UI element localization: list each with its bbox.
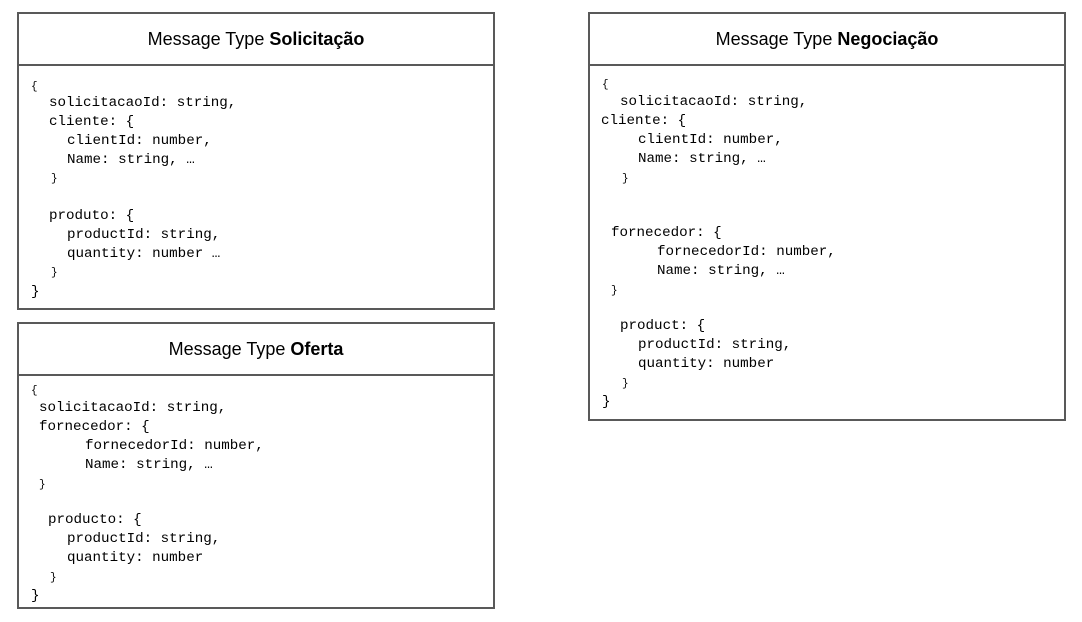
code-line: } — [611, 285, 618, 297]
code-line: solicitacaoId: string, — [620, 94, 808, 110]
code-line: quantity: number … — [67, 246, 221, 262]
code-line: fornecedor: { — [611, 225, 722, 241]
code-line: Name: string, … — [657, 263, 785, 279]
code-line: productId: string, — [638, 337, 792, 353]
code-line: } — [39, 479, 46, 491]
code-line: quantity: number — [638, 356, 775, 372]
code-line: quantity: number — [67, 550, 204, 566]
code-line: productId: string, — [67, 227, 221, 243]
message-type-solicitacao-card: Message Type Solicitação { solicitacaoId… — [17, 12, 495, 310]
code-line: { — [31, 81, 38, 93]
card-title-prefix: Message Type — [147, 28, 270, 49]
code-line: } — [31, 284, 40, 300]
code-line: fornecedorId: number, — [85, 438, 264, 454]
code-line: clientId: number, — [67, 133, 212, 149]
code-line: { — [31, 385, 38, 397]
card-title-name: Oferta — [290, 338, 344, 359]
code-line: product: { — [620, 318, 706, 334]
code-line: } — [50, 572, 57, 584]
code-line: productId: string, — [67, 531, 221, 547]
code-line: solicitacaoId: string, — [39, 400, 227, 416]
code-line: cliente: { — [601, 113, 687, 129]
code-line: produto: { — [49, 208, 135, 224]
card-title-prefix: Message Type — [715, 28, 838, 49]
card-title-name: Negociação — [837, 28, 939, 49]
code-line: } — [622, 173, 629, 185]
message-type-negociacao-card: Message Type Negociação { solicitacaoId:… — [588, 12, 1066, 421]
code-line: } — [51, 173, 58, 185]
card-title: Message Type Oferta — [17, 322, 495, 376]
code-line: } — [622, 378, 629, 390]
code-line: Name: string, … — [67, 152, 195, 168]
code-line: Name: string, … — [85, 457, 213, 473]
code-line: solicitacaoId: string, — [49, 95, 237, 111]
code-line: clientId: number, — [638, 132, 783, 148]
card-title: Message Type Negociação — [588, 12, 1066, 66]
code-line: } — [602, 394, 611, 410]
code-line: Name: string, … — [638, 151, 766, 167]
code-line: } — [31, 588, 40, 604]
code-line: fornecedorId: number, — [657, 244, 836, 260]
code-line: cliente: { — [49, 114, 135, 130]
code-line: } — [51, 267, 58, 279]
code-line: fornecedor: { — [39, 419, 150, 435]
card-title: Message Type Solicitação — [17, 12, 495, 66]
message-type-oferta-card: Message Type Oferta { solicitacaoId: str… — [17, 322, 495, 609]
code-line: { — [602, 79, 609, 91]
card-title-prefix: Message Type — [168, 338, 291, 359]
code-line: producto: { — [48, 512, 142, 528]
card-title-name: Solicitação — [269, 28, 365, 49]
